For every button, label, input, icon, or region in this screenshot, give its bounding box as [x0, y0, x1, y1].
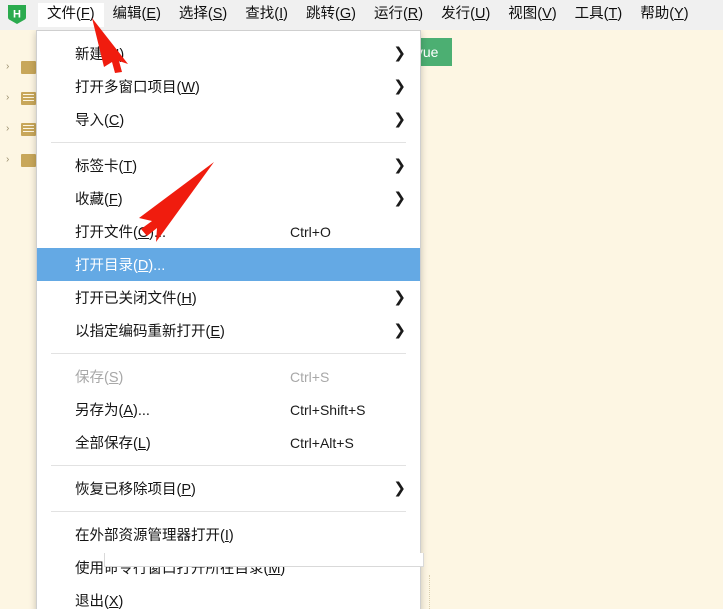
menu-item-open-directory[interactable]: 打开目录(D)... — [37, 248, 420, 281]
menu-item-label: 标签卡(T) — [75, 159, 138, 175]
tree-item[interactable]: › — [0, 91, 40, 105]
chevron-right-icon: ❯ — [393, 322, 406, 339]
menu-separator — [51, 465, 406, 466]
menu-item-shortcut: Ctrl+Shift+S — [290, 401, 366, 418]
tree-item[interactable]: › — [0, 122, 40, 136]
menubar-item-goto[interactable]: 跳转(G) — [297, 3, 365, 27]
menu-item-open-multi-window-project[interactable]: 打开多窗口项目(W) ❯ — [37, 70, 420, 103]
menubar-item-tools[interactable]: 工具(T) — [566, 3, 632, 27]
menubar-item-publish[interactable]: 发行(U) — [432, 3, 499, 27]
menu-item-label: 另存为(A)... — [75, 403, 150, 419]
menu-item-shortcut: Ctrl+Alt+S — [290, 434, 354, 451]
menu-item-favorites[interactable]: 收藏(F) ❯ — [37, 182, 420, 215]
file-icon — [21, 91, 36, 105]
menubar-item-view[interactable]: 视图(V) — [499, 3, 565, 27]
menubar-item-help[interactable]: 帮助(Y) — [631, 3, 697, 27]
menu-item-reopen-with-encoding[interactable]: 以指定编码重新打开(E) ❯ — [37, 314, 420, 347]
menu-bottom-edge — [104, 553, 424, 567]
hbuilderx-logo-icon: H — [6, 4, 28, 26]
chevron-right-icon: ❯ — [393, 289, 406, 306]
chevron-right-icon: ❯ — [393, 157, 406, 174]
menu-item-label: 保存(S) — [75, 370, 124, 386]
chevron-right-icon[interactable]: › — [6, 62, 18, 72]
menu-item-label: 收藏(F) — [75, 192, 123, 208]
menubar-item-edit[interactable]: 编辑(E) — [104, 3, 170, 27]
tree-item[interactable]: › — [0, 60, 40, 74]
menu-bar: H 文件(F) 编辑(E) 选择(S) 查找(I) 跳转(G) 运行(R) 发行… — [0, 0, 723, 30]
chevron-right-icon: ❯ — [393, 480, 406, 497]
menu-item-open-closed-files[interactable]: 打开已关闭文件(H) ❯ — [37, 281, 420, 314]
menu-item-tab-card[interactable]: 标签卡(T) ❯ — [37, 149, 420, 182]
menu-item-label: 新建(N) — [75, 47, 125, 63]
menu-item-exit[interactable]: 退出(X) — [37, 584, 420, 609]
tree-item[interactable]: › — [0, 153, 40, 167]
menubar-item-find[interactable]: 查找(I) — [236, 3, 297, 27]
menubar-item-file[interactable]: 文件(F) — [38, 3, 104, 27]
menu-item-open-file[interactable]: 打开文件(O)... Ctrl+O — [37, 215, 420, 248]
menu-item-import[interactable]: 导入(C) ❯ — [37, 103, 420, 136]
chevron-right-icon[interactable]: › — [6, 155, 18, 165]
menu-separator — [51, 511, 406, 512]
menu-separator — [51, 142, 406, 143]
menu-item-save-as[interactable]: 另存为(A)... Ctrl+Shift+S — [37, 393, 420, 426]
menu-item-label: 导入(C) — [75, 113, 125, 129]
menu-item-label: 恢复已移除项目(P) — [75, 482, 196, 498]
folder-icon — [21, 153, 36, 167]
menu-item-new[interactable]: 新建(N) ❯ — [37, 37, 420, 70]
menu-item-label: 打开多窗口项目(W) — [75, 80, 200, 96]
project-tree-sidebar: › › › › — [0, 30, 40, 609]
menu-item-label: 以指定编码重新打开(E) — [75, 324, 225, 340]
menu-item-restore-removed-project[interactable]: 恢复已移除项目(P) ❯ — [37, 472, 420, 505]
menu-item-open-in-external-explorer[interactable]: 在外部资源管理器打开(I) — [37, 518, 420, 551]
menu-item-label: 打开目录(D)... — [75, 258, 166, 274]
menubar-item-select[interactable]: 选择(S) — [170, 3, 236, 27]
chevron-right-icon: ❯ — [393, 190, 406, 207]
menu-item-shortcut: Ctrl+S — [290, 368, 330, 385]
menubar-item-run[interactable]: 运行(R) — [365, 3, 432, 27]
folder-icon — [21, 60, 36, 74]
chevron-right-icon: ❯ — [393, 78, 406, 95]
hbuilderx-window: › › › › x.vue 框 --> ss="cont"> t type="t… — [0, 0, 723, 609]
menu-item-label: 退出(X) — [75, 594, 124, 609]
menu-item-save-all[interactable]: 全部保存(L) Ctrl+Alt+S — [37, 426, 420, 459]
menu-item-label: 全部保存(L) — [75, 436, 151, 452]
chevron-right-icon: ❯ — [393, 111, 406, 128]
menu-separator — [51, 353, 406, 354]
menu-item-label: 打开已关闭文件(H) — [75, 291, 197, 307]
chevron-right-icon[interactable]: › — [6, 93, 18, 103]
svg-text:H: H — [13, 9, 21, 21]
menu-item-shortcut: Ctrl+O — [290, 223, 331, 240]
file-icon — [21, 122, 36, 136]
file-dropdown-menu: 新建(N) ❯ 打开多窗口项目(W) ❯ 导入(C) ❯ 标签卡(T) ❯ 收藏… — [36, 30, 421, 609]
menu-item-label: 打开文件(O)... — [75, 225, 167, 241]
chevron-right-icon: ❯ — [393, 45, 406, 62]
chevron-right-icon[interactable]: › — [6, 124, 18, 134]
menu-item-label: 在外部资源管理器打开(I) — [75, 528, 234, 544]
menu-item-save: 保存(S) Ctrl+S — [37, 360, 420, 393]
